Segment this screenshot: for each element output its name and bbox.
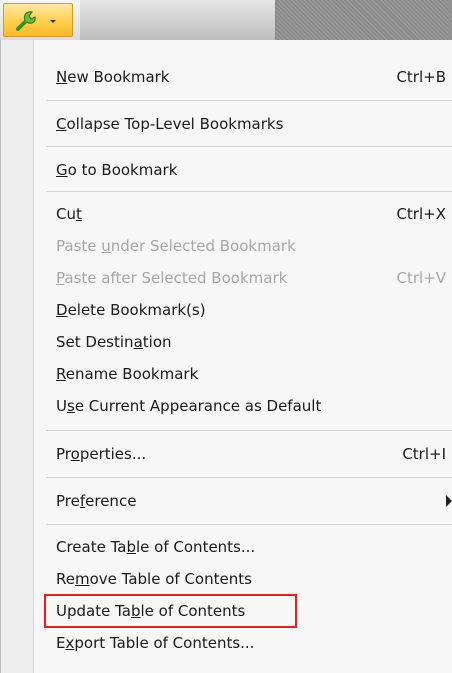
menu-item-shortcut: Ctrl+I (402, 445, 446, 463)
menu-item-use-current-appearance-as-default[interactable]: Use Current Appearance as Default (46, 390, 452, 422)
menu-item-label: Paste under Selected Bookmark (56, 237, 296, 255)
menu-icon-gutter (1, 40, 34, 673)
menu-item-set-destination[interactable]: Set Destination (46, 326, 452, 358)
menu-item-label: Properties... (56, 445, 147, 463)
toolbar-middle-segment (80, 0, 276, 40)
menu-separator (46, 477, 452, 478)
menu-separator (46, 191, 452, 192)
menu-item-label: Go to Bookmark (56, 161, 178, 179)
menu-item-delete-bookmarks[interactable]: Delete Bookmark(s) (46, 294, 452, 326)
menu-item-collapse-top-level-bookmarks[interactable]: Collapse Top-Level Bookmarks (46, 108, 452, 140)
menu-item-remove-table-of-contents[interactable]: Remove Table of Contents (46, 563, 452, 595)
highlight-box (44, 594, 297, 628)
menu-item-label: Remove Table of Contents (56, 570, 252, 588)
menu-item-create-table-of-contents[interactable]: Create Table of Contents... (46, 531, 452, 563)
menu-item-label: Collapse Top-Level Bookmarks (56, 115, 284, 133)
wrench-icon (16, 11, 36, 31)
menu-item-properties[interactable]: Properties... Ctrl+I (46, 438, 452, 470)
menu-item-label: Use Current Appearance as Default (56, 397, 322, 415)
menu-item-paste-under-selected-bookmark: Paste under Selected Bookmark (46, 230, 452, 262)
menu-item-shortcut: Ctrl+B (396, 68, 446, 86)
menu-item-label: Paste after Selected Bookmark (56, 269, 288, 287)
menu-item-shortcut: Ctrl+X (396, 205, 446, 223)
toolbar-left-segment (0, 0, 81, 40)
toolbar-right-segment (276, 0, 452, 40)
menu-item-paste-after-selected-bookmark: Paste after Selected Bookmark Ctrl+V (46, 262, 452, 294)
bookmark-toolbar (0, 0, 452, 40)
menu-separator (46, 524, 452, 525)
menu-item-export-table-of-contents[interactable]: Export Table of Contents... (46, 627, 452, 659)
menu-item-label: Cut (56, 205, 82, 223)
options-menu-button[interactable] (3, 3, 73, 37)
menu-item-cut[interactable]: Cut Ctrl+X (46, 198, 452, 230)
menu-item-shortcut: Ctrl+V (396, 269, 446, 287)
menu-separator (46, 100, 452, 101)
menu-item-label: Set Destination (56, 333, 172, 351)
menu-item-go-to-bookmark[interactable]: Go to Bookmark (46, 154, 452, 186)
menu-item-rename-bookmark[interactable]: Rename Bookmark (46, 358, 452, 390)
menu-item-label: Create Table of Contents... (56, 538, 256, 556)
bookmark-options-menu: New Bookmark Ctrl+B Collapse Top-Level B… (0, 40, 452, 673)
menu-item-label: Export Table of Contents... (56, 634, 255, 652)
menu-separator (46, 146, 452, 147)
menu-item-label: Delete Bookmark(s) (56, 301, 206, 319)
menu-item-new-bookmark[interactable]: New Bookmark Ctrl+B (46, 61, 452, 93)
menu-item-preference[interactable]: Preference (46, 485, 452, 517)
menu-item-label: Preference (56, 492, 137, 510)
menu-item-label: Rename Bookmark (56, 365, 199, 383)
chevron-down-icon (50, 20, 56, 23)
submenu-arrow-icon (446, 495, 452, 507)
menu-item-label: New Bookmark (56, 68, 170, 86)
menu-separator (46, 430, 452, 431)
